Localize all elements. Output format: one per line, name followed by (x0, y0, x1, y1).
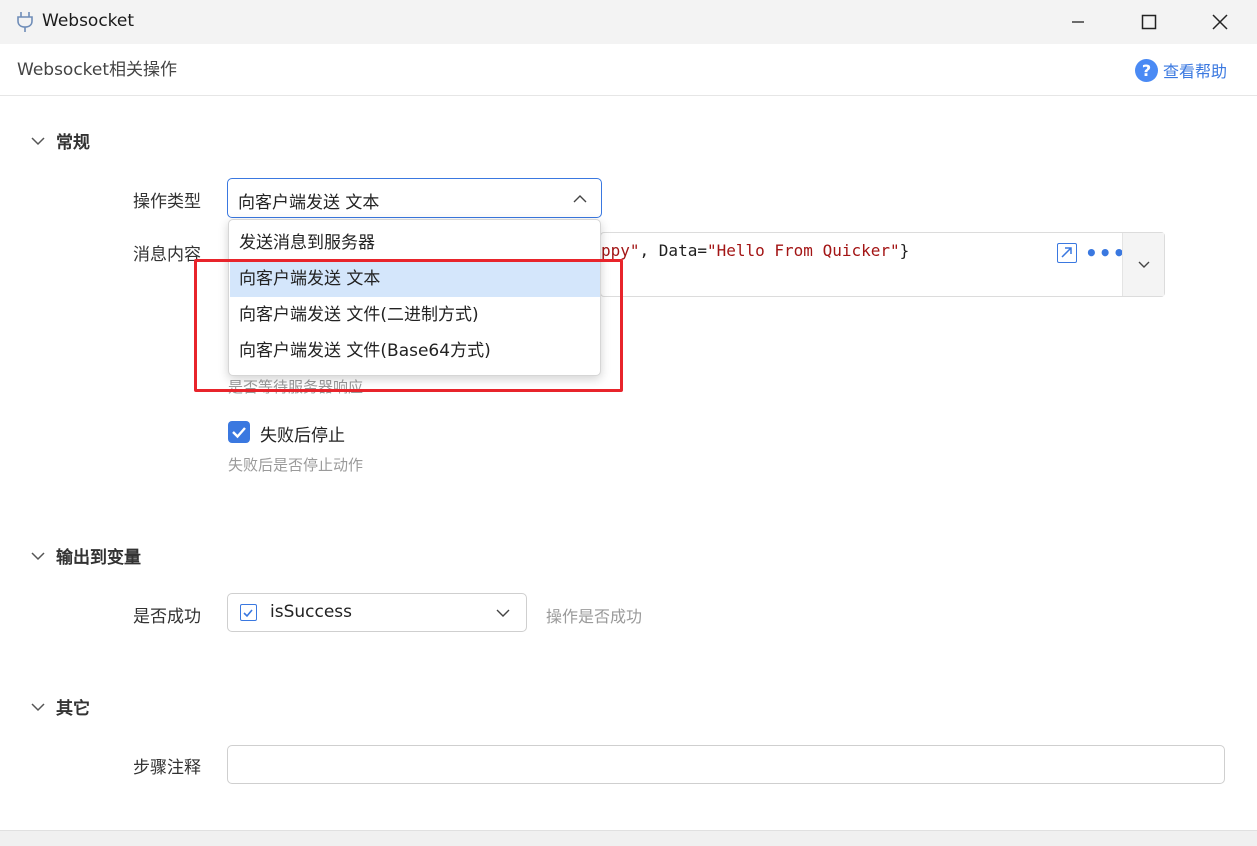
stop-on-fail-hint: 失败后是否停止动作 (228, 456, 364, 474)
section-output-header[interactable]: 输出到变量 (30, 543, 141, 568)
title-bar: Websocket (0, 0, 1257, 44)
plug-icon (17, 12, 33, 32)
chevron-down-icon (31, 136, 45, 145)
section-title: 常规 (56, 133, 90, 153)
dropdown-option[interactable]: 向客户端发送 文件(Base64方式) (230, 333, 600, 369)
code-string: ppy" (601, 241, 640, 260)
chevron-up-icon (573, 195, 587, 203)
help-link[interactable]: ? 查看帮助 (1135, 58, 1227, 82)
chevron-down-icon (31, 702, 45, 711)
dropdown-option[interactable]: 向客户端发送 文件(二进制方式) (230, 297, 600, 333)
minimize-button[interactable] (1043, 0, 1113, 44)
message-code[interactable]: ppy", Data="Hello From Quicker"} (601, 241, 909, 260)
wait-response-hint: 是否等待服务器响应 (228, 378, 364, 396)
message-label: 消息内容 (133, 245, 201, 265)
close-icon (1212, 14, 1228, 30)
section-general-header[interactable]: 常规 (30, 128, 90, 153)
dropdown-option-selected[interactable]: 向客户端发送 文本 (230, 261, 600, 297)
message-content-field[interactable]: ppy", Data="Hello From Quicker"} ••• (600, 232, 1165, 297)
maximize-icon (1141, 14, 1157, 30)
checkmark-icon (232, 427, 246, 439)
arrow-up-right-icon (1061, 247, 1072, 258)
op-type-label: 操作类型 (133, 192, 201, 212)
stop-on-fail-label[interactable]: 失败后停止 (260, 421, 345, 446)
variable-checkbox-icon (240, 604, 257, 621)
op-type-dropdown: 发送消息到服务器 向客户端发送 文本 向客户端发送 文件(二进制方式) 向客户端… (228, 219, 601, 376)
minimize-icon (1072, 21, 1084, 23)
success-variable-select[interactable]: isSuccess (227, 593, 527, 632)
section-other-header[interactable]: 其它 (30, 694, 90, 719)
dropdown-option[interactable]: 发送消息到服务器 (230, 225, 600, 261)
dialog-subtitle: Websocket相关操作 (17, 60, 178, 80)
message-dropdown-button[interactable] (1122, 233, 1164, 296)
step-note-input[interactable] (227, 745, 1225, 784)
chevron-down-icon (496, 609, 510, 617)
expand-editor-icon[interactable] (1057, 243, 1077, 263)
op-type-select[interactable]: 向客户端发送 文本 (227, 178, 602, 218)
code-plain: , Data= (639, 241, 707, 260)
chevron-down-icon (31, 551, 45, 560)
code-plain: } (899, 241, 910, 260)
window-title: Websocket (42, 11, 135, 31)
code-string: "Hello From Quicker" (706, 241, 900, 260)
close-button[interactable] (1185, 0, 1255, 44)
maximize-button[interactable] (1114, 0, 1184, 44)
chevron-down-icon (1138, 261, 1150, 268)
success-hint: 操作是否成功 (546, 607, 643, 626)
help-label: 查看帮助 (1163, 62, 1228, 81)
more-icon[interactable]: ••• (1085, 241, 1126, 265)
success-variable-value: isSuccess (270, 602, 353, 622)
bottom-bar (0, 830, 1257, 846)
help-icon: ? (1135, 58, 1158, 82)
section-title: 其它 (56, 699, 90, 719)
op-type-value: 向客户端发送 文本 (238, 193, 380, 213)
success-label: 是否成功 (133, 607, 201, 627)
section-title: 输出到变量 (56, 548, 141, 568)
stop-on-fail-checkbox[interactable] (228, 421, 250, 443)
dialog-header: Websocket相关操作 ? 查看帮助 (0, 44, 1257, 96)
note-label: 步骤注释 (133, 758, 201, 778)
